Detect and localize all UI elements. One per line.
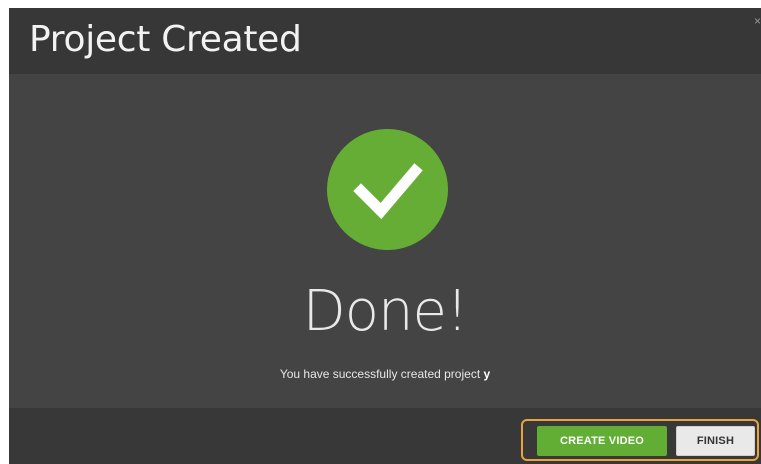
checkmark-icon: [353, 163, 423, 220]
project-name: y: [483, 367, 491, 381]
success-message: You have successfully created project y: [9, 366, 761, 382]
dialog-title: Project Created: [29, 19, 302, 60]
create-video-button[interactable]: CREATE VIDEO: [537, 426, 667, 456]
success-message-text: You have successfully created project: [279, 367, 484, 381]
close-icon[interactable]: ×: [753, 14, 761, 28]
dialog-header: Project Created ×: [9, 8, 761, 74]
dialog-body: Done! You have successfully created proj…: [9, 74, 761, 408]
finish-button[interactable]: FINISH: [676, 426, 755, 456]
project-created-dialog: Project Created × Done! You have success…: [9, 8, 761, 464]
dialog-footer: CREATE VIDEO FINISH: [9, 408, 761, 464]
success-checkmark-icon: [327, 129, 448, 250]
done-heading: Done!: [302, 279, 469, 344]
